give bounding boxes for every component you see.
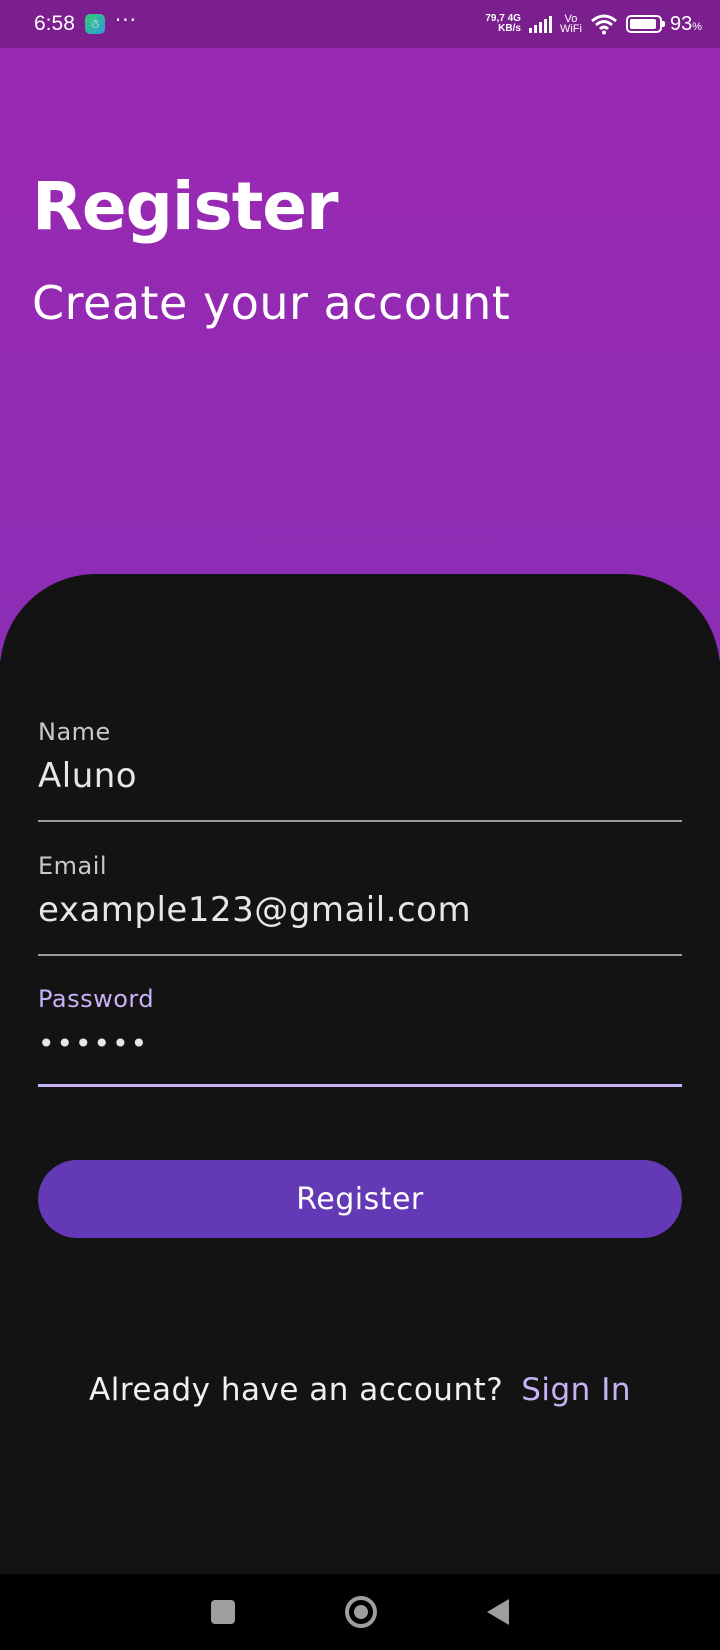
email-field[interactable]: Email example123@gmail.com — [38, 852, 682, 956]
status-bar: 6:58 ☃ ··· 79,7 4G KB/s Vo WiFi 93% — [0, 0, 720, 48]
back-icon[interactable] — [487, 1599, 509, 1625]
network-speed: 79,7 4G KB/s — [485, 13, 521, 34]
signin-row: Already have an account? Sign In — [0, 1372, 720, 1408]
status-time: 6:58 — [34, 12, 75, 35]
password-field[interactable]: Password •••••• — [38, 985, 682, 1087]
email-input[interactable]: example123@gmail.com — [38, 890, 682, 930]
password-label: Password — [38, 985, 155, 1013]
battery-icon — [625, 15, 665, 33]
name-field[interactable]: Name Aluno — [38, 718, 682, 822]
page-subtitle: Create your account — [32, 276, 511, 330]
app-notification-icon: ☃ — [84, 14, 105, 34]
wifi-icon — [591, 14, 617, 35]
signal-icon — [528, 15, 552, 33]
status-indicators: 79,7 4G KB/s Vo WiFi 93% — [485, 13, 702, 36]
signin-link[interactable]: Sign In — [521, 1372, 631, 1408]
email-label: Email — [38, 852, 108, 880]
name-label: Name — [38, 718, 111, 746]
password-underline — [38, 1084, 682, 1087]
register-screen: 6:58 ☃ ··· 79,7 4G KB/s Vo WiFi 93% Regi… — [0, 0, 720, 1650]
more-notifications-icon: ··· — [114, 8, 137, 32]
recents-icon[interactable] — [211, 1600, 235, 1624]
battery-percent: 93% — [669, 12, 702, 35]
email-underline — [38, 954, 682, 956]
signin-prompt: Already have an account? — [89, 1372, 504, 1408]
home-icon[interactable] — [345, 1596, 377, 1628]
name-input[interactable]: Aluno — [38, 756, 682, 796]
register-button[interactable]: Register — [38, 1160, 682, 1238]
password-input[interactable]: •••••• — [38, 1027, 682, 1060]
navigation-bar — [0, 1574, 720, 1650]
page-title: Register — [32, 168, 339, 245]
vowifi-indicator: Vo WiFi — [559, 13, 582, 35]
name-underline — [38, 820, 682, 822]
